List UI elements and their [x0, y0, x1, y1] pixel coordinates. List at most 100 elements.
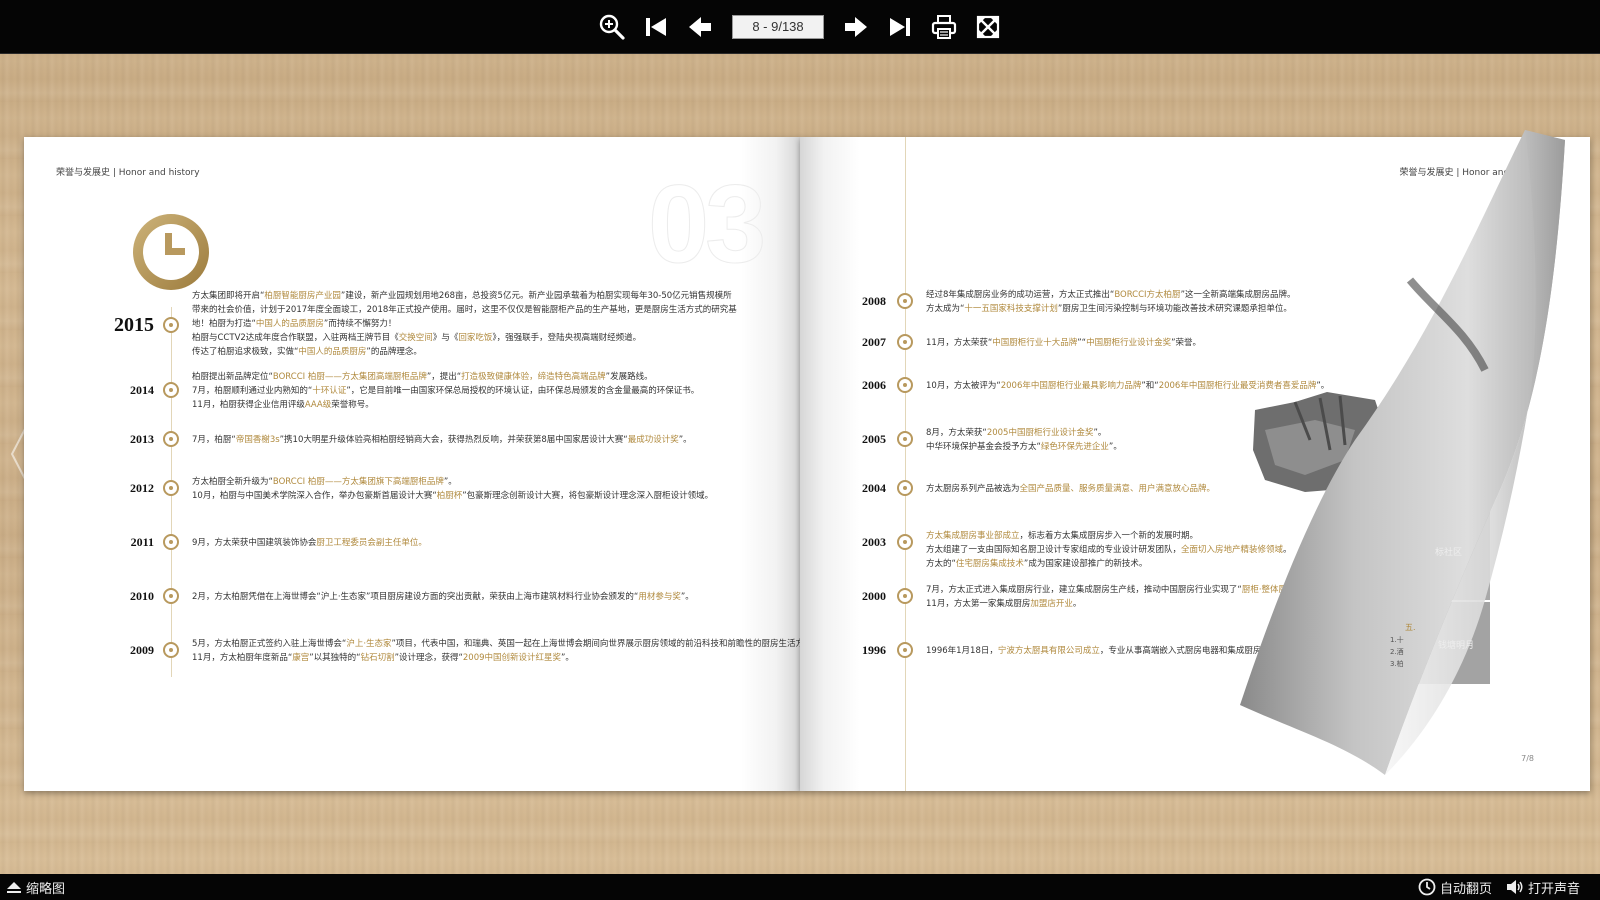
entry-text-line: 7月，柏厨顺利通过业内熟知的“十环认证”，它是目前唯一由国家环保总局授权的环境认…: [192, 384, 699, 398]
entry-text-line: 柏厨提出新品牌定位“BORCCI 柏厨——方太集团高端厨柜品牌”，提出“打造极致…: [192, 370, 653, 384]
highlight-text: 柏厨杯: [436, 491, 463, 501]
highlight-text: 中国厨柜行业设计金奖: [1086, 338, 1172, 348]
first-page-button[interactable]: [638, 9, 674, 45]
highlight-text: 用材参与奖: [638, 592, 681, 602]
body-text: 》与《: [432, 333, 459, 343]
highlight-text: 2006年中国厨柜行业最受消费者喜爱品牌: [1158, 381, 1317, 391]
fullscreen-button[interactable]: [970, 9, 1006, 45]
timeline-dot-icon: [897, 642, 913, 658]
highlight-text: 中国人的品质厨房: [255, 319, 324, 329]
body-text: ”以其独特的“: [309, 653, 361, 663]
next-page-icon: [845, 16, 867, 37]
body-text: 荣誉称号。: [331, 400, 374, 410]
body-text: ”，提出“: [426, 372, 462, 382]
year-label: 2007: [862, 335, 886, 349]
year-label: 2008: [862, 294, 886, 308]
body-text: ”携10大明星升级体验亮相柏厨经销商大会，获得热烈反响，并荣获第8届中国家居设计…: [279, 435, 628, 445]
highlight-text: 回家吃饭: [458, 333, 493, 343]
body-text: 方太厨房系列产品被选为: [926, 484, 1020, 494]
page-number: 7/8: [1521, 754, 1534, 763]
timeline-dot-icon: [163, 480, 179, 496]
entry-text-line: 方太厨房系列产品被选为全国产品质量、服务质量满意、用户满意放心品牌。: [926, 482, 1215, 496]
highlight-text: 打造极致健康体验，缔造特色高端品牌: [461, 372, 606, 382]
year-label: 2000: [862, 589, 886, 603]
highlight-text: 厨卫工程委员会副主任单位。: [316, 538, 427, 548]
timeline-dot-icon: [897, 377, 913, 393]
highlight-text: 2005中国厨柜行业设计金奖: [986, 428, 1094, 438]
body-text: ”荣誉。: [1171, 338, 1201, 348]
highlight-text: 厨柜·整体厨房: [1241, 585, 1296, 595]
year-label: 2006: [862, 378, 886, 392]
zoom-in-button[interactable]: [594, 9, 630, 45]
timeline-dot-icon: [163, 642, 179, 658]
body-text: ，标志着方太集成厨房步入一个新的发展时期。: [1019, 531, 1199, 541]
entry-text-line: 方太集团即将开启“柏厨智能厨房产业园”建设，新产业园规划用地268亩，总投资5亿…: [192, 289, 732, 303]
entry-text-line: 柏厨与CCTV2达成年度合作联盟，入驻两档王牌节目《交换空间》与《回家吃饭》，强…: [192, 331, 641, 345]
entry-text-line: 方太成为“十一五国家科技支撑计划”厨房卫生间污染控制与环境功能改善技术研究课题承…: [926, 302, 1292, 316]
timeline-dot-icon: [163, 382, 179, 398]
print-icon: [931, 14, 957, 39]
body-text: 方太柏厨全新升级为“: [192, 477, 273, 487]
prev-page-button[interactable]: [682, 9, 718, 45]
eject-icon: [7, 882, 21, 893]
body-text: 。: [1072, 599, 1082, 609]
body-text: 9月，方太荣获中国建筑装饰协会: [192, 538, 317, 548]
highlight-text: BORCCI 柏厨——方太集团高端厨柜品牌: [272, 372, 427, 382]
body-text: 11月，方太第一家集成厨房: [926, 599, 1031, 609]
highlight-text: 住宅厨房集成技术: [955, 559, 1024, 569]
body-text: 方太组建了一支由国际知名厨卫设计专家组成的专业设计研发团队，: [926, 545, 1182, 555]
body-text: 8月，方太荣获“: [926, 428, 987, 438]
body-text: 1996年1月18日，: [926, 646, 998, 656]
entry-text-line: 7月，方太正式进入集成厨房行业，建立集成厨房生产线，推动中国厨房行业实现了“厨柜…: [926, 583, 1300, 597]
body-text: 11月，方太荣获“: [926, 338, 993, 348]
sound-button[interactable]: 打开声音: [1506, 878, 1580, 897]
body-text: ”。: [1093, 428, 1107, 438]
entry-text-line: 方太柏厨全新升级为“BORCCI 柏厨——方太集团旗下高端厨柜品牌”。: [192, 475, 457, 489]
right-gutter-shadow: [800, 137, 860, 791]
left-running-head: 荣誉与发展史 | Honor and history: [56, 168, 200, 178]
body-text: 方太集团即将开启“: [192, 291, 265, 301]
right-running-head: 荣誉与发展史 | Honor and histo: [1399, 168, 1534, 178]
next-page-button[interactable]: [838, 9, 874, 45]
year-label: 2011: [130, 535, 154, 549]
body-text: ”包豪斯理念创新设计大赛，将包豪斯设计理念深入厨柜设计领域。: [462, 491, 714, 501]
right-page[interactable]: 荣誉与发展史 | Honor and histo 2008 经过8年集成厨房业务的…: [800, 137, 1590, 791]
auto-flip-button[interactable]: 自动翻页: [1418, 878, 1492, 897]
highlight-text: 2009中国创新设计红星奖: [462, 653, 562, 663]
highlight-text: 柏厨智能厨房产业园: [264, 291, 341, 301]
entry-text-line: 地！柏厨为打造“中国人的品质厨房”而持续不懈努力！: [192, 317, 396, 331]
last-page-icon: [890, 17, 910, 36]
thumbnails-button[interactable]: 缩略图: [6, 878, 65, 897]
entry-text-line: 11月，方太第一家集成厨房加盟店开业。: [926, 597, 1081, 611]
body-text: 柏厨与CCTV2达成年度合作联盟，入驻两档王牌节目《: [192, 333, 399, 343]
entry-text-line: 10月，方太被评为“2006年中国厨柜行业最具影响力品牌”和“2006年中国厨柜…: [926, 379, 1329, 393]
body-text: ”成为国家建设部推广的新技术。: [1023, 559, 1148, 569]
right-timeline-line: [905, 137, 906, 791]
timeline-dot-icon: [163, 534, 179, 550]
highlight-text: AAA级: [304, 400, 332, 410]
body-text: 。: [1283, 545, 1292, 555]
body-text: 方太的“: [926, 559, 956, 569]
auto-flip-clock-icon: [1418, 878, 1436, 896]
auto-flip-label: 自动翻页: [1439, 881, 1492, 897]
timeline-dot-icon: [163, 317, 179, 333]
entry-text-line: 方太组建了一支由国际知名厨卫设计专家组成的专业设计研发团队，全面切入房地产精装修…: [926, 543, 1292, 557]
body-text: ”: [1295, 585, 1300, 595]
highlight-text: 交换空间: [398, 333, 433, 343]
body-text: ”厨房卫生间污染控制与环境功能改善技术研究课题承担单位。: [1057, 304, 1292, 314]
body-text: ”和“: [1141, 381, 1159, 391]
last-page-button[interactable]: [882, 9, 918, 45]
body-text: 中华环境保护基金会授予方太“: [926, 442, 1041, 452]
page-indicator[interactable]: 8 - 9/138: [732, 14, 824, 39]
year-label: 2004: [862, 481, 886, 495]
print-button[interactable]: [926, 9, 962, 45]
entry-text-line: 9月，方太荣获中国建筑装饰协会厨卫工程委员会副主任单位。: [192, 536, 427, 550]
highlight-text: 钻石切割: [360, 653, 395, 663]
entry-text-line: 11月，柏厨获得企业信用评级AAA级荣誉称号。: [192, 398, 374, 412]
body-text: 11月，方太柏厨年度新品“: [192, 653, 293, 663]
body-text: ”。: [1108, 442, 1122, 452]
timeline-dot-icon: [163, 431, 179, 447]
year-label: 2005: [862, 432, 886, 446]
left-page[interactable]: 荣誉与发展史 | Honor and history 03 2015 方太集团即将…: [24, 137, 821, 791]
bottom-bar: 缩略图 自动翻页 打开声音: [0, 874, 1600, 900]
